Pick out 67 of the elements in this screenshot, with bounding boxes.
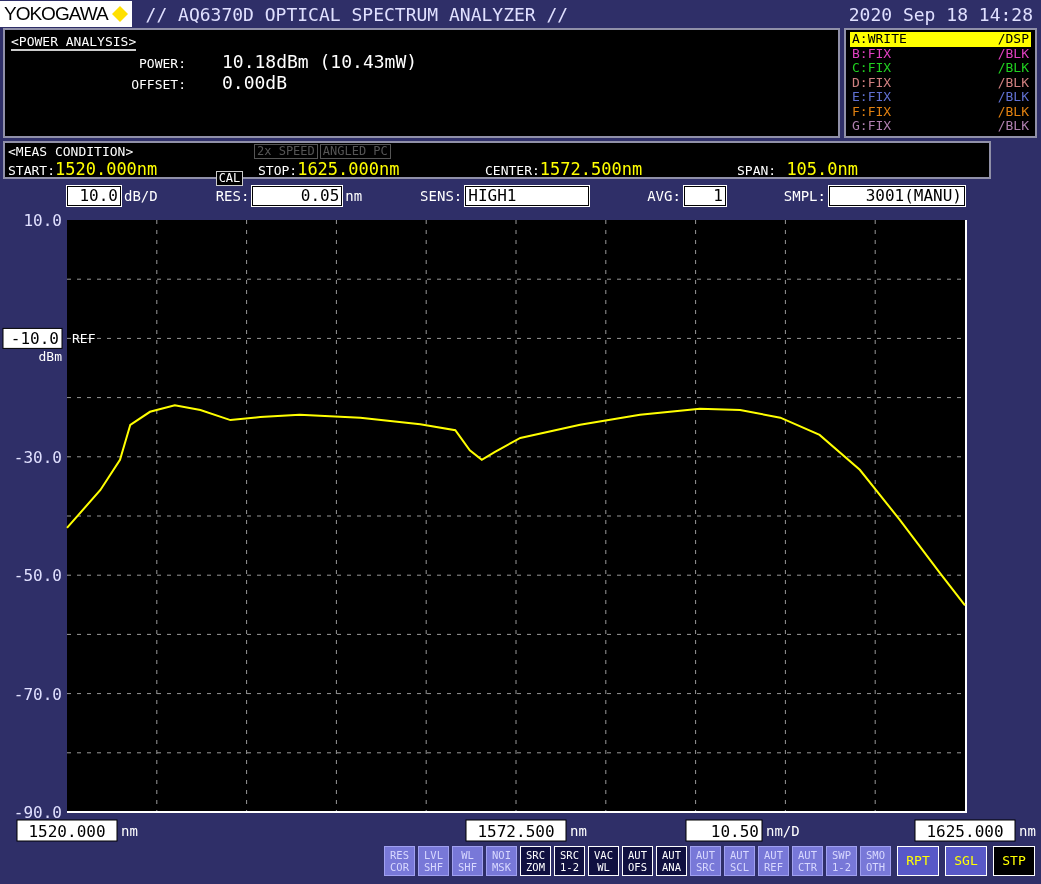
sweep-button[interactable]: STP xyxy=(993,846,1035,876)
wavelength-field[interactable]: 1520.000 xyxy=(16,819,118,842)
x-unit: nm xyxy=(1019,823,1036,839)
y-axis-label: -30.0 xyxy=(13,447,62,467)
res-unit: nm xyxy=(345,188,363,204)
window-title: // AQ6370D OPTICAL SPECTRUM ANALYZER // xyxy=(145,3,569,25)
trace-row[interactable]: F:FIX /BLK xyxy=(850,104,1031,119)
trace-row[interactable]: E:FIX /BLK xyxy=(850,90,1031,105)
scale-unit: dB/D xyxy=(124,188,158,204)
trace-row[interactable]: D:FIX /BLK xyxy=(850,75,1031,90)
condition-label: SPAN: xyxy=(737,163,777,178)
y-axis-label: -50.0 xyxy=(13,566,62,586)
condition-label: STOP: xyxy=(258,163,298,178)
res-label: RES: xyxy=(215,188,250,204)
condition-label: CENTER: xyxy=(485,163,540,178)
trace-row[interactable]: G:FIX /BLK xyxy=(850,119,1031,134)
result-value: 0.00dB xyxy=(222,72,289,93)
cal-indicator: CAL xyxy=(215,171,244,186)
x-tick-label: 1572.500 xyxy=(477,822,555,841)
sens-label: SENS: xyxy=(420,188,463,204)
x-span-unit: nm/D xyxy=(766,823,800,839)
condition-value: 1520.000nm xyxy=(54,159,158,179)
x-tick-label: 1625.000 xyxy=(926,822,1004,841)
diamond-icon xyxy=(111,6,128,22)
brand-logo: YOKOGAWA xyxy=(0,1,132,27)
wavelength-field[interactable]: 1625.000 xyxy=(914,819,1016,842)
trace-row[interactable]: A:WRITE /DSP xyxy=(850,32,1031,47)
sweep-button[interactable]: SGL xyxy=(945,846,987,876)
date-time: 2020 Sep 18 14:28 xyxy=(848,3,1033,25)
soft-key[interactable]: AUT ANA xyxy=(656,846,687,876)
wavelength-field[interactable]: 1572.500 xyxy=(465,819,567,842)
y-axis-label: -70.0 xyxy=(13,684,62,704)
avg-field[interactable]: 1 xyxy=(683,186,726,206)
result-label: POWER: xyxy=(138,56,186,71)
ref-unit: dBm xyxy=(38,349,62,365)
scale-field[interactable]: 10.0 xyxy=(67,186,121,206)
result-label: OFFSET: xyxy=(130,77,186,92)
trace-row[interactable]: B:FIX /BLK xyxy=(850,46,1031,61)
y-tick-label: -10.0 xyxy=(10,329,59,349)
sweep-button[interactable]: RPT xyxy=(897,846,939,876)
status-flag: ANGLED PC xyxy=(319,143,391,159)
avg-label: AVG: xyxy=(647,188,681,204)
status-flag: 2x SPEED xyxy=(254,143,318,159)
soft-key[interactable]: AUT OFS xyxy=(622,846,653,876)
smpl-label: SMPL: xyxy=(783,188,826,204)
condition-value: 1572.500nm xyxy=(539,159,643,179)
ref-level-field[interactable]: -10.0 xyxy=(2,327,63,349)
smpl-field[interactable]: 3001(MANU) xyxy=(828,186,965,206)
soft-key[interactable]: SRC ZOM xyxy=(520,846,551,876)
span-per-div-field[interactable]: 10.50 xyxy=(685,819,763,842)
res-field[interactable]: 0.05 xyxy=(252,186,343,206)
trace-row[interactable]: C:FIX /BLK xyxy=(850,61,1031,76)
condition-value: 1625.000nm xyxy=(297,159,400,179)
panel-title: <POWER ANALYSIS> xyxy=(11,34,137,51)
ref-label: REF xyxy=(72,331,96,347)
condition-value: 105.0nm xyxy=(785,159,859,179)
x-unit: nm xyxy=(570,823,587,839)
soft-key[interactable]: SRC 1-2 xyxy=(554,846,585,876)
y-axis-label: -90.0 xyxy=(13,803,62,822)
x-unit: nm xyxy=(121,823,138,839)
sens-field[interactable]: HIGH1 xyxy=(465,186,590,206)
result-value: 10.18dBm (10.43mW) xyxy=(222,51,419,72)
condition-label: START: xyxy=(8,163,55,178)
y-axis-label: 10.0 xyxy=(23,211,62,230)
panel-title: <MEAS CONDITION> xyxy=(8,143,135,159)
soft-key[interactable]: VAC WL xyxy=(588,846,619,876)
x-tick-label: 1520.000 xyxy=(28,822,106,841)
